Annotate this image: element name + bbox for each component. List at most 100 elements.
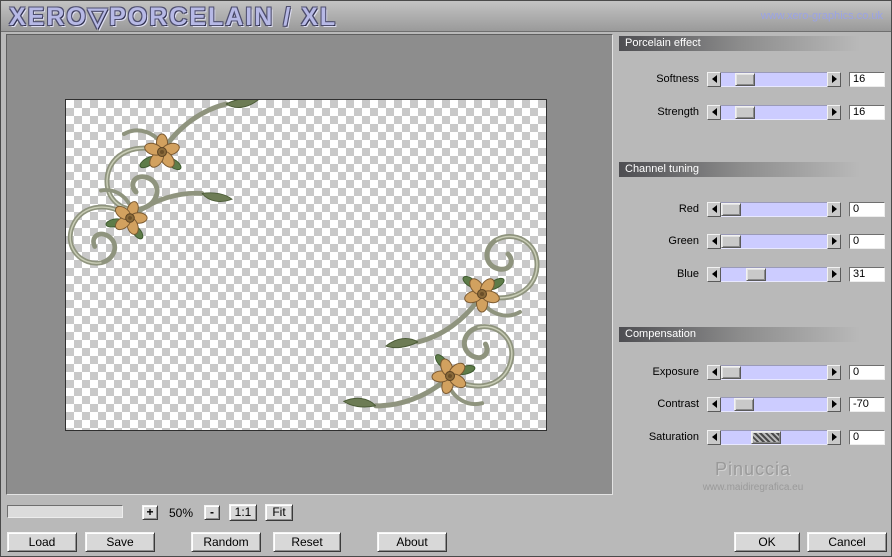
random-button[interactable]: Random [191, 532, 261, 552]
cancel-button[interactable]: Cancel [807, 532, 887, 552]
contrast-value[interactable]: -70 [849, 396, 885, 412]
ornament-graphic [66, 100, 548, 430]
slider-left-arrow[interactable] [707, 396, 721, 412]
saturation-label: Saturation [648, 431, 699, 443]
slider-right-arrow[interactable] [827, 104, 841, 120]
strength-value[interactable]: 16 [849, 104, 885, 120]
slider-left-arrow[interactable] [707, 364, 721, 380]
green-slider[interactable] [707, 233, 841, 249]
contrast-label: Contrast [657, 398, 699, 410]
slider-thumb[interactable] [721, 365, 741, 379]
slider-row-contrast: Contrast -70 [619, 396, 887, 412]
load-button[interactable]: Load [7, 532, 77, 552]
left-triangle-icon [708, 205, 717, 213]
slider-thumb[interactable] [733, 397, 754, 411]
slider-thumb[interactable] [734, 72, 755, 86]
slider-track[interactable] [721, 396, 827, 412]
green-label: Green [668, 235, 699, 247]
slider-track[interactable] [721, 266, 827, 282]
right-triangle-icon [831, 368, 841, 376]
left-triangle-icon [708, 108, 717, 116]
saturation-value[interactable]: 0 [849, 429, 885, 445]
softness-value[interactable]: 16 [849, 71, 885, 87]
save-button[interactable]: Save [85, 532, 155, 552]
zoom-fit-button[interactable]: Fit [265, 504, 293, 521]
slider-row-saturation: Saturation 0 [619, 429, 887, 445]
slider-right-arrow[interactable] [827, 364, 841, 380]
slider-right-arrow[interactable] [827, 233, 841, 249]
strength-slider[interactable] [707, 104, 841, 120]
zoom-out-button[interactable]: - [204, 505, 220, 520]
left-triangle-icon [708, 75, 717, 83]
red-slider[interactable] [707, 201, 841, 217]
right-triangle-icon [831, 75, 841, 83]
left-triangle-icon [708, 400, 717, 408]
slider-left-arrow[interactable] [707, 266, 721, 282]
right-triangle-icon [831, 433, 841, 441]
preview-image[interactable] [65, 99, 547, 431]
plugin-window: XERO▽PORCELAIN / XL www.xero-graphics.co… [0, 0, 892, 557]
slider-left-arrow[interactable] [707, 104, 721, 120]
slider-row-exposure: Exposure 0 [619, 364, 887, 380]
slider-thumb[interactable] [721, 234, 741, 248]
right-triangle-icon [831, 108, 841, 116]
slider-track[interactable] [721, 71, 827, 87]
red-value[interactable]: 0 [849, 201, 885, 217]
zoom-1to1-button[interactable]: 1:1 [229, 504, 257, 521]
right-triangle-icon [831, 270, 841, 278]
slider-track[interactable] [721, 364, 827, 380]
red-label: Red [678, 203, 699, 215]
slider-left-arrow[interactable] [707, 233, 721, 249]
slider-thumb[interactable] [745, 267, 766, 281]
left-triangle-icon [708, 270, 717, 278]
slider-left-arrow[interactable] [707, 71, 721, 87]
slider-right-arrow[interactable] [827, 71, 841, 87]
slider-row-softness: Softness 16 [619, 71, 887, 87]
watermark-url: www.maidiregrafica.eu [702, 482, 804, 493]
slider-row-blue: Blue 31 [619, 266, 887, 282]
group-header-compensation: Compensation [619, 327, 887, 342]
slider-row-red: Red 0 [619, 201, 887, 217]
right-triangle-icon [831, 400, 841, 408]
watermark-name: Pinuccia [714, 459, 792, 479]
about-button[interactable]: About [377, 532, 447, 552]
softness-slider[interactable] [707, 71, 841, 87]
blue-slider[interactable] [707, 266, 841, 282]
slider-track[interactable] [721, 429, 827, 445]
ok-button[interactable]: OK [734, 532, 800, 552]
exposure-label: Exposure [652, 366, 699, 378]
blue-value[interactable]: 31 [849, 266, 885, 282]
green-value[interactable]: 0 [849, 233, 885, 249]
slider-track[interactable] [721, 201, 827, 217]
left-triangle-icon [708, 368, 717, 376]
exposure-slider[interactable] [707, 364, 841, 380]
slider-left-arrow[interactable] [707, 201, 721, 217]
saturation-slider[interactable] [707, 429, 841, 445]
preview-panel [6, 34, 613, 495]
zoom-in-button[interactable]: + [142, 505, 158, 520]
slider-thumb[interactable] [734, 105, 755, 119]
watermark: Pinuccia www.maidiregrafica.eu [619, 459, 887, 493]
slider-track[interactable] [721, 104, 827, 120]
reset-button[interactable]: Reset [273, 532, 341, 552]
slider-right-arrow[interactable] [827, 266, 841, 282]
strength-label: Strength [657, 106, 699, 118]
group-header-porcelain-effect: Porcelain effect [619, 36, 887, 51]
exposure-value[interactable]: 0 [849, 364, 885, 380]
left-triangle-icon [708, 237, 717, 245]
slider-thumb[interactable] [721, 202, 741, 216]
slider-right-arrow[interactable] [827, 201, 841, 217]
slider-right-arrow[interactable] [827, 396, 841, 412]
contrast-slider[interactable] [707, 396, 841, 412]
softness-label: Softness [656, 73, 699, 85]
left-triangle-icon [708, 433, 717, 441]
slider-left-arrow[interactable] [707, 429, 721, 445]
slider-track[interactable] [721, 233, 827, 249]
slider-row-strength: Strength 16 [619, 104, 887, 120]
slider-right-arrow[interactable] [827, 429, 841, 445]
slider-row-green: Green 0 [619, 233, 887, 249]
blue-label: Blue [676, 268, 699, 280]
zoom-level: 50% [168, 506, 194, 520]
slider-thumb[interactable] [751, 430, 782, 444]
group-header-channel-tuning: Channel tuning [619, 162, 887, 177]
